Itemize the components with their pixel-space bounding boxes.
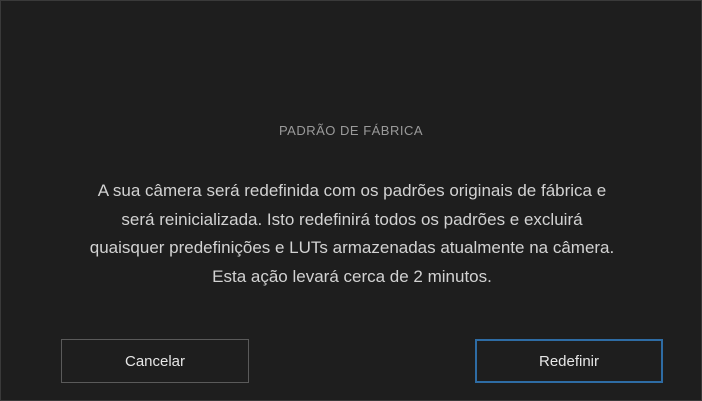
message-line: será reinicializada. Isto redefinirá tod… [121, 209, 583, 229]
dialog-title: PADRÃO DE FÁBRICA [278, 123, 424, 138]
message-line: A sua câmera será redefinida com os padr… [97, 181, 607, 200]
factory-reset-screen: PADRÃO DE FÁBRICA A sua câmera será rede… [0, 0, 702, 401]
message-line: quaisquer predefinições e LUTs armazenad… [89, 238, 615, 257]
cancel-button[interactable]: Cancelar [61, 339, 249, 383]
dialog-message: A sua câmera será redefinida com os padr… [41, 177, 663, 291]
reset-button[interactable]: Redefinir [475, 339, 663, 383]
message-line: Esta ação levará cerca de 2 minutos. [212, 266, 492, 286]
